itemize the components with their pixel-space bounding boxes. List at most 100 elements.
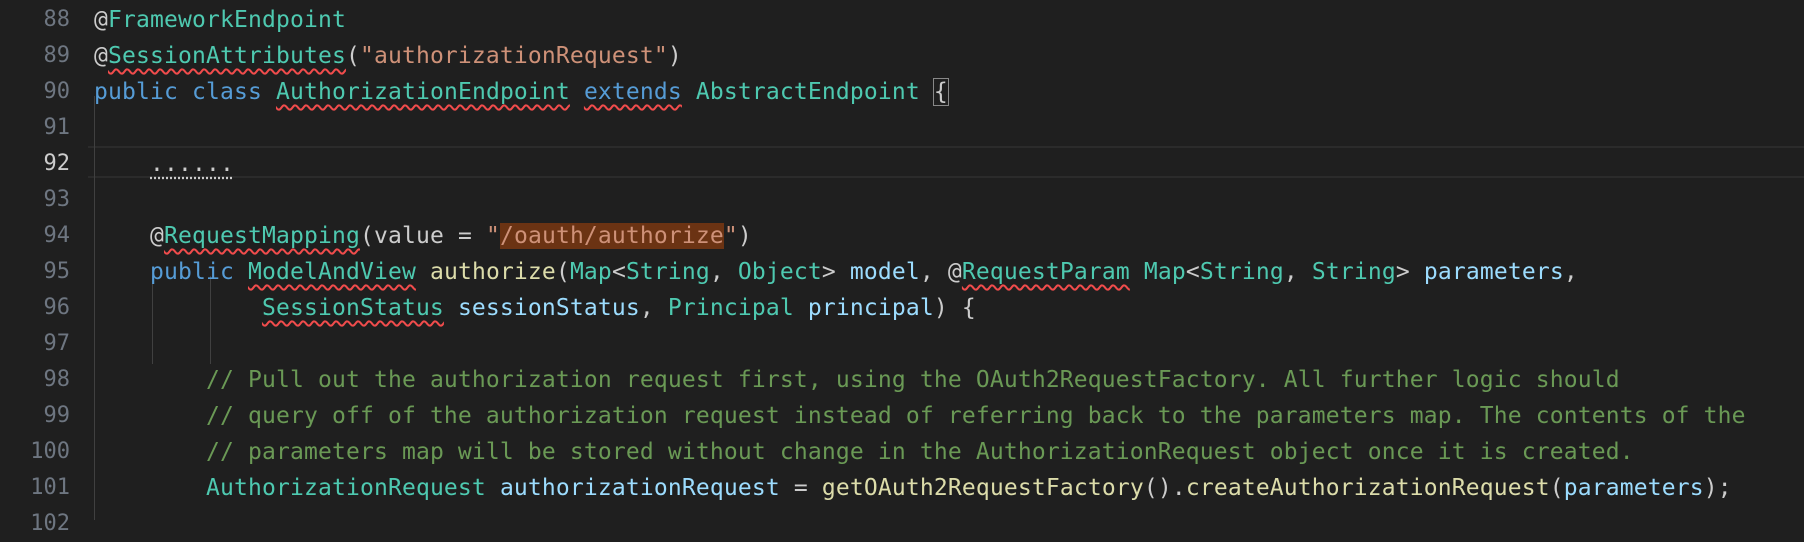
code-text: @SessionAttributes("authorizationRequest…: [94, 38, 682, 74]
code-line[interactable]: 89 @SessionAttributes("authorizationReque…: [0, 38, 1804, 74]
code-line[interactable]: 93: [0, 182, 1804, 218]
line-number: 91: [43, 115, 71, 140]
code-line[interactable]: 94 @RequestMapping(value = "/oauth/autho…: [0, 218, 1804, 254]
code-token: (: [555, 259, 570, 285]
line-number: 100: [30, 439, 70, 464]
code-token: ": [723, 223, 738, 249]
code-token: );: [1703, 475, 1732, 501]
code-token: ModelAndView: [247, 259, 416, 285]
code-token: ) {: [933, 295, 976, 321]
code-token: /oauth/authorize: [499, 223, 724, 249]
code-line[interactable]: 92 ......: [0, 146, 1804, 182]
code-text: // query off of the authorization reques…: [94, 398, 1746, 434]
code-text: public class AuthorizationEndpoint exten…: [94, 74, 949, 110]
code-token: "authorizationRequest": [359, 43, 668, 69]
code-token: AuthorizationEndpoint: [275, 79, 570, 105]
code-token: authorize: [429, 259, 556, 285]
code-token: AbstractEndpoint: [695, 79, 920, 105]
code-line[interactable]: 95 public ModelAndView authorize(Map<Str…: [0, 254, 1804, 290]
code-token: Map: [1143, 259, 1186, 285]
code-token: public: [94, 79, 178, 105]
code-token: @: [150, 223, 164, 249]
code-token: FrameworkEndpoint: [108, 7, 346, 33]
line-number: 98: [43, 367, 71, 392]
line-number: 88: [43, 7, 71, 32]
code-line[interactable]: 98 // Pull out the authorization request…: [0, 362, 1804, 398]
code-editor[interactable]: 88 @FrameworkEndpoint 89 @SessionAttributes…: [0, 0, 1804, 536]
code-line[interactable]: 101 AuthorizationRequest authorizationRe…: [0, 470, 1804, 506]
code-token: SessionStatus: [261, 295, 444, 321]
code-token: <: [1185, 259, 1200, 285]
line-number: 93: [43, 187, 71, 212]
line-number: 94: [43, 223, 71, 248]
code-token: SessionAttributes: [108, 43, 346, 69]
code-token: ": [485, 223, 500, 249]
code-line[interactable]: 91: [0, 110, 1804, 146]
code-token: // query off of the authorization reques…: [205, 403, 1746, 429]
code-token: authorizationRequest: [499, 475, 780, 501]
code-token: Map: [569, 259, 612, 285]
code-token: {: [932, 78, 949, 106]
code-token: principal: [807, 295, 934, 321]
code-token: >: [821, 259, 850, 285]
code-token: ,: [639, 295, 668, 321]
code-text: public ModelAndView authorize(Map<String…: [94, 254, 1578, 290]
code-token: Principal: [667, 295, 794, 321]
code-line[interactable]: 97: [0, 326, 1804, 362]
code-line[interactable]: 99 // query off of the authorization req…: [0, 398, 1804, 434]
code-token: RequestMapping: [164, 223, 360, 249]
code-token: ,: [919, 259, 948, 285]
code-token: createAuthorizationRequest: [1185, 475, 1550, 501]
code-token: // Pull out the authorization request fi…: [205, 367, 1620, 393]
code-token: String: [625, 259, 710, 285]
line-number: 89: [43, 43, 71, 68]
code-token: <: [611, 259, 626, 285]
code-token: Object: [737, 259, 822, 285]
code-line[interactable]: 90 public class AuthorizationEndpoint ext…: [0, 74, 1804, 110]
code-token: ,: [1563, 259, 1578, 285]
code-token: String: [1311, 259, 1396, 285]
code-text: // Pull out the authorization request fi…: [94, 362, 1620, 398]
code-token: ,: [709, 259, 738, 285]
code-line[interactable]: 96 SessionStatus sessionStatus, Principa…: [0, 290, 1804, 326]
code-token: ().: [1143, 475, 1186, 501]
code-token: @: [94, 7, 108, 33]
line-number: 92: [43, 151, 71, 176]
code-line[interactable]: 100 // parameters map will be stored wit…: [0, 434, 1804, 470]
code-text: AuthorizationRequest authorizationReques…: [94, 470, 1732, 506]
code-token: AuthorizationRequest: [205, 475, 486, 501]
code-token: >: [1395, 259, 1424, 285]
code-line[interactable]: 102: [0, 506, 1804, 542]
code-token: ,: [1283, 259, 1312, 285]
code-line[interactable]: 88 @FrameworkEndpoint: [0, 2, 1804, 38]
line-number: 90: [43, 79, 71, 104]
code-token: getOAuth2RequestFactory: [821, 475, 1144, 501]
code-token: (value =: [359, 223, 486, 249]
code-token: ): [667, 43, 682, 69]
code-token: extends: [583, 79, 682, 105]
line-number: 95: [43, 259, 71, 284]
code-token: ......: [150, 151, 234, 177]
code-token: (: [1549, 475, 1564, 501]
code-token: ): [737, 223, 752, 249]
line-number: 96: [43, 295, 71, 320]
code-token: @: [947, 259, 962, 285]
code-token: (: [345, 43, 360, 69]
code-token: =: [779, 475, 822, 501]
code-token: // parameters map will be stored without…: [205, 439, 1634, 465]
code-token: model: [849, 259, 920, 285]
code-text: // parameters map will be stored without…: [94, 434, 1634, 470]
